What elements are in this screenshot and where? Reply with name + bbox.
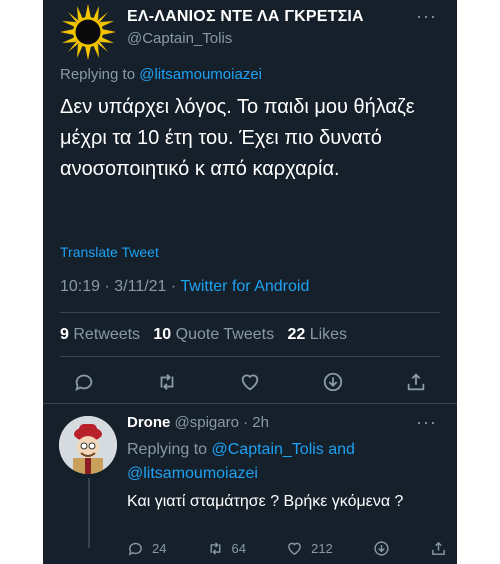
reply-replying-to: Replying to @Captain_Tolis and @litsamou… [127,438,427,486]
replying-to: Replying to @litsamoumoiazei [60,66,262,83]
reply-avatar-image [59,416,117,474]
reply-retweet-action[interactable]: 64 [207,540,246,557]
replying-to-link[interactable]: @litsamoumoiazei [139,66,262,83]
retweet-icon[interactable] [156,371,178,393]
share-icon[interactable] [430,540,447,557]
sun-avatar[interactable] [60,4,116,60]
retweets-label: Retweets [73,326,141,343]
tweet-card: ΕΛ-ΛΑΝΙΟΣ ΝΤΕ ΛΑ ΓΚΡΕΤΣΙΑ @Captain_Tolis… [43,0,457,564]
likes-count: 22 [287,326,306,343]
reply-count: 24 [152,541,167,556]
retweet-count: 64 [231,541,247,556]
reply-like-action[interactable]: 212 [286,540,333,557]
retweets-stat[interactable]: 9 Retweets [60,326,140,343]
share-icon[interactable] [405,371,427,393]
tweet-source-link[interactable]: Twitter for Android [180,278,309,295]
divider [60,312,440,313]
display-name[interactable]: ΕΛ-ΛΑΝΙΟΣ ΝΤΕ ΛΑ ΓΚΡΕΤΣΙΑ [127,8,364,26]
translate-tweet-link[interactable]: Translate Tweet [60,244,159,260]
tweet-timestamp[interactable]: 10:19 · 3/11/21 · [60,278,180,295]
reply-display-name[interactable]: Drone [127,414,170,431]
quote-tweets-stat[interactable]: 10 Quote Tweets [153,326,274,343]
reply-icon [128,542,142,556]
reply-text: Και γιατί σταμάτησε ? Βρήκε γκόμενα ? [127,493,404,510]
reply-reply-action[interactable]: 24 [127,540,166,557]
retweet-icon [210,542,221,555]
divider [43,403,457,404]
bookmark-download-icon[interactable] [373,540,390,557]
bookmark-download-icon[interactable] [322,371,344,393]
tweet-meta: 10:19 · 3/11/21 · Twitter for Android [60,278,309,296]
reply-actions: 24 64 212 [127,540,447,557]
more-options-icon[interactable]: ··· [416,6,437,27]
like-count: 212 [311,541,333,556]
tweet-actions [73,368,427,396]
reply-replying-link-1[interactable]: @Captain_Tolis [212,441,324,458]
reply-handle-time[interactable]: @spigaro · 2h [175,414,269,431]
quote-count: 10 [153,326,172,343]
quote-label: Quote Tweets [175,326,275,343]
reply-header: Drone @spigaro · 2h [127,414,269,431]
thread-line [88,478,90,548]
like-icon [288,542,301,556]
tweet-text: Δεν υπάρχει λόγος. Το παιδι μου θήλαζε μ… [60,96,415,180]
tweet-stats: 9 Retweets 10 Quote Tweets 22 Likes [60,326,347,344]
like-icon[interactable] [239,371,261,393]
reply-more-options-icon[interactable]: ··· [416,412,437,433]
reply-avatar[interactable] [59,416,117,474]
likes-stat[interactable]: 22 Likes [287,326,347,343]
divider [60,356,440,357]
reply-replying-and: and [323,441,355,458]
retweets-count: 9 [60,326,69,343]
likes-label: Likes [309,326,348,343]
reply-replying-prefix: Replying to [127,441,212,458]
replying-prefix: Replying to [60,66,140,83]
reply-icon[interactable] [73,371,95,393]
user-handle[interactable]: @Captain_Tolis [127,30,232,47]
reply-replying-link-2[interactable]: @litsamoumoiazei [127,465,258,482]
